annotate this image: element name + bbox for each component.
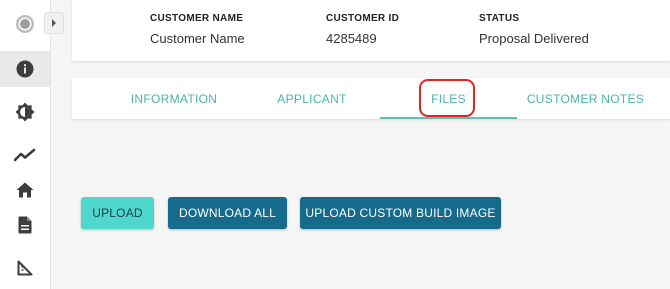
sidebar-item-document[interactable] <box>0 207 50 243</box>
sidebar-item-home[interactable] <box>0 172 50 208</box>
customer-name-value: Customer Name <box>150 31 245 46</box>
sidebar-item-info[interactable] <box>0 51 50 87</box>
trending-icon <box>14 148 36 162</box>
tab-files[interactable]: FILES <box>380 78 517 119</box>
sidebar-item-trending[interactable] <box>0 137 50 173</box>
sidebar-item-ruler[interactable] <box>0 250 50 286</box>
status-label: STATUS <box>479 13 520 24</box>
status-field: STATUS Proposal Delivered <box>479 13 589 46</box>
customer-id-value: 4285489 <box>326 31 377 46</box>
brightness-icon <box>15 102 35 122</box>
tab-applicant[interactable]: APPLICANT <box>244 78 380 119</box>
upload-custom-build-image-button[interactable]: UPLOAD CUSTOM BUILD IMAGE <box>300 197 501 229</box>
status-value: Proposal Delivered <box>479 31 589 46</box>
sidebar-item-brightness[interactable] <box>0 94 50 130</box>
customer-name-label: CUSTOMER NAME <box>150 13 244 24</box>
tab-information[interactable]: INFORMATION <box>104 78 244 119</box>
ruler-square-icon <box>17 260 33 276</box>
customer-header: CUSTOMER NAME Customer Name CUSTOMER ID … <box>72 0 670 61</box>
customer-id-label: CUSTOMER ID <box>326 13 400 24</box>
record-icon <box>16 15 34 33</box>
chevron-right-icon <box>52 19 56 27</box>
download-all-button[interactable]: DOWNLOAD ALL <box>168 197 287 229</box>
info-icon <box>16 60 34 78</box>
customer-name-field: CUSTOMER NAME Customer Name <box>150 13 245 46</box>
home-icon <box>16 182 34 198</box>
customer-id-field: CUSTOMER ID 4285489 <box>326 13 399 46</box>
sidebar-collapse-button[interactable] <box>44 12 64 34</box>
tab-bar: INFORMATION APPLICANT FILES CUSTOMER NOT… <box>72 78 670 119</box>
tab-customer-notes[interactable]: CUSTOMER NOTES <box>517 78 654 119</box>
sidebar <box>0 0 51 289</box>
upload-button[interactable]: UPLOAD <box>81 197 154 229</box>
document-icon <box>18 216 32 234</box>
sidebar-item-record[interactable] <box>0 6 50 42</box>
